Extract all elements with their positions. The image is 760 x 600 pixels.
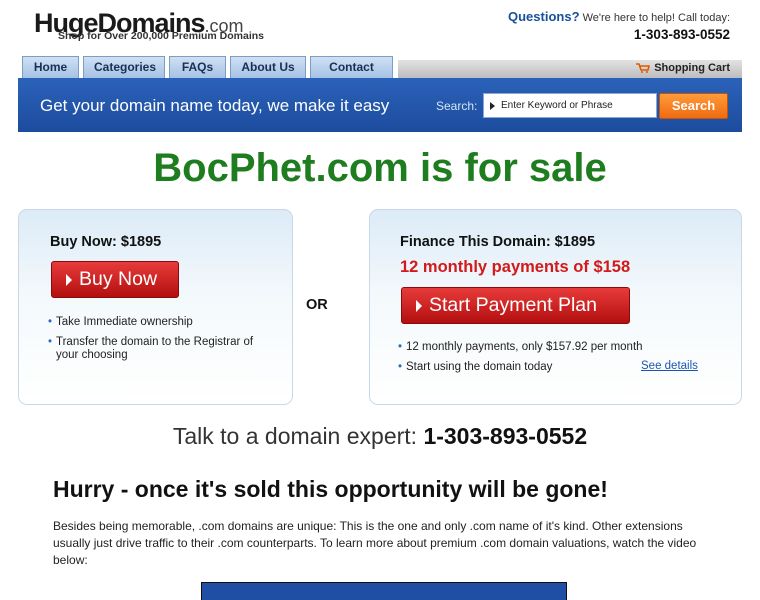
- video-player[interactable]: [201, 582, 567, 600]
- cart-icon: [636, 63, 651, 73]
- play-arrow-icon: [416, 299, 422, 312]
- buy-now-benefits: Take Immediate ownership Transfer the do…: [48, 316, 268, 369]
- tab-home[interactable]: Home: [22, 56, 79, 78]
- tab-categories[interactable]: Categories: [83, 56, 165, 78]
- main-nav: Home Categories FAQs About Us Contact Us: [22, 56, 397, 95]
- header-phone: 1-303-893-0552: [633, 27, 730, 42]
- search-bar: Get your domain name today, we make it e…: [18, 78, 742, 132]
- talk-to-expert: Talk to a domain expert: 1-303-893-0552: [0, 423, 760, 450]
- buy-now-price: Buy Now: $1895: [50, 234, 162, 250]
- description-paragraph: Besides being memorable, .com domains ar…: [53, 519, 697, 567]
- cart-bar: Shopping Cart: [398, 60, 742, 78]
- tab-faqs[interactable]: FAQs: [169, 56, 226, 78]
- monthly-payment: 12 monthly payments of $158: [400, 258, 631, 276]
- search-label: Search:: [436, 99, 478, 113]
- questions-line: Questions? We're here to help! Call toda…: [508, 9, 730, 24]
- list-item: Take Immediate ownership: [48, 316, 268, 329]
- questions-text: We're here to help! Call today:: [582, 12, 730, 24]
- tab-about-us[interactable]: About Us: [230, 56, 306, 78]
- search-button[interactable]: Search: [659, 93, 728, 119]
- or-separator: OR: [306, 297, 328, 313]
- cart-label: Shopping Cart: [654, 62, 730, 74]
- search-placeholder: Enter Keyword or Phrase: [501, 100, 613, 111]
- see-details-link[interactable]: See details: [641, 360, 698, 372]
- buy-now-button-label: Buy Now: [79, 268, 158, 290]
- shopping-cart-link[interactable]: Shopping Cart: [636, 62, 730, 74]
- list-item: Transfer the domain to the Registrar of …: [48, 336, 268, 362]
- contact-info: Questions? We're here to help! Call toda…: [508, 9, 730, 42]
- finance-benefits: 12 monthly payments, only $157.92 per mo…: [398, 341, 658, 381]
- finance-price: Finance This Domain: $1895: [400, 234, 596, 250]
- buy-now-button[interactable]: Buy Now: [51, 261, 179, 298]
- tab-contact-us[interactable]: Contact Us: [310, 56, 393, 95]
- play-arrow-icon: [66, 273, 72, 286]
- finance-box: Finance This Domain: $1895 12 monthly pa…: [369, 209, 742, 405]
- logo-tagline: Shop for Over 200,000 Premium Domains: [58, 30, 264, 42]
- slogan: Get your domain name today, we make it e…: [40, 96, 390, 115]
- questions-label: Questions?: [508, 9, 580, 24]
- hurry-heading: Hurry - once it's sold this opportunity …: [53, 476, 608, 502]
- talk-text: Talk to a domain expert:: [172, 423, 418, 449]
- list-item: 12 monthly payments, only $157.92 per mo…: [398, 341, 658, 354]
- payment-plan-button-label: Start Payment Plan: [429, 294, 597, 316]
- search-input[interactable]: Enter Keyword or Phrase: [483, 93, 657, 118]
- expert-phone: 1-303-893-0552: [423, 423, 588, 449]
- start-payment-plan-button[interactable]: Start Payment Plan: [401, 287, 630, 324]
- list-item: Start using the domain today: [398, 361, 658, 374]
- page-title: BocPhet.com is for sale: [153, 146, 607, 190]
- buy-now-box: Buy Now: $1895 Buy Now Take Immediate ow…: [18, 209, 293, 405]
- play-arrow-icon: [490, 101, 495, 110]
